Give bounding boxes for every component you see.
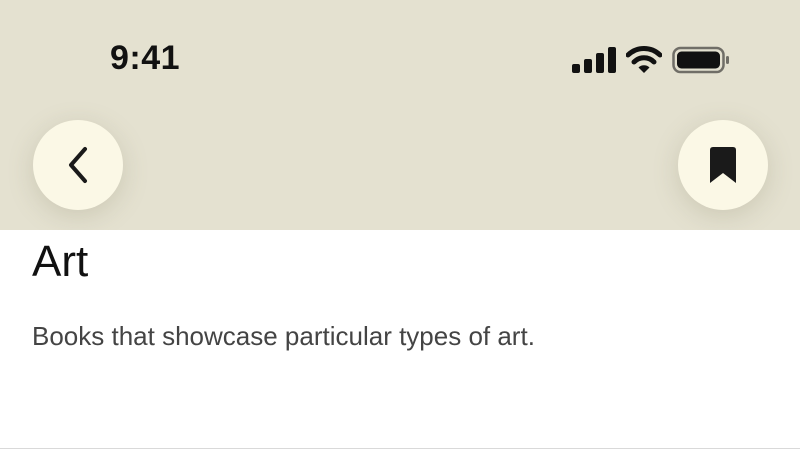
back-button[interactable] — [33, 120, 123, 210]
cellular-signal-icon — [572, 47, 616, 73]
chevron-left-icon — [64, 145, 92, 185]
wifi-icon — [626, 46, 662, 74]
bookmark-button[interactable] — [678, 120, 768, 210]
content-area: Art Books that showcase particular types… — [0, 230, 800, 449]
status-icons — [572, 45, 730, 75]
page-title: Art — [32, 237, 89, 286]
bottom-divider — [0, 448, 800, 449]
battery-icon — [672, 46, 730, 74]
header-area: 9:41 — [0, 0, 800, 230]
status-bar: 9:41 — [0, 0, 800, 120]
page-description: Books that showcase particular types of … — [32, 321, 535, 351]
status-time: 9:41 — [110, 39, 181, 77]
bookmark-icon — [708, 146, 738, 184]
